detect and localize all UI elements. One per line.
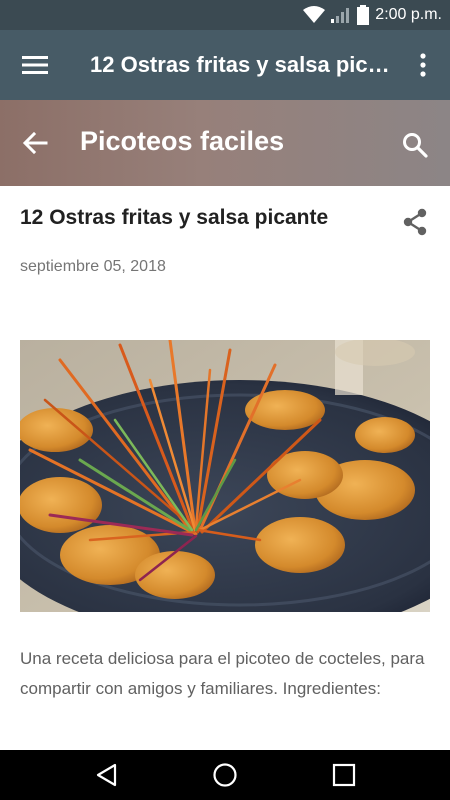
blog-title: Picoteos faciles (80, 126, 285, 156)
blog-header: Picoteos faciles (0, 100, 450, 186)
menu-icon[interactable] (22, 54, 48, 76)
post-title: 12 Ostras fritas y salsa picante (20, 206, 329, 229)
back-arrow-icon[interactable] (22, 130, 48, 156)
share-icon[interactable] (402, 208, 428, 236)
search-icon[interactable] (402, 132, 428, 158)
signal-icon (331, 8, 350, 23)
nav-back-icon[interactable] (94, 762, 120, 788)
post-date: septiembre 05, 2018 (20, 258, 166, 275)
more-vert-icon[interactable] (415, 52, 431, 78)
app-bar: 12 Ostras fritas y salsa picante (0, 30, 450, 100)
post-body-text: Una receta deliciosa para el picoteo de … (20, 649, 425, 698)
wifi-icon (303, 6, 326, 23)
status-time: 2:00 p.m. (375, 6, 442, 23)
status-icons: 2:00 p.m. (303, 0, 442, 30)
fried-oysters-image (20, 340, 430, 612)
app-bar-title: 12 Ostras fritas y salsa picante (90, 52, 395, 77)
battery-icon (357, 5, 370, 25)
status-bar: 2:00 p.m. (0, 0, 450, 30)
post-content[interactable]: 12 Ostras fritas y salsa picante septiem… (0, 186, 450, 750)
nav-home-icon[interactable] (212, 762, 238, 788)
nav-bar (0, 750, 450, 800)
nav-recents-icon[interactable] (331, 762, 357, 788)
